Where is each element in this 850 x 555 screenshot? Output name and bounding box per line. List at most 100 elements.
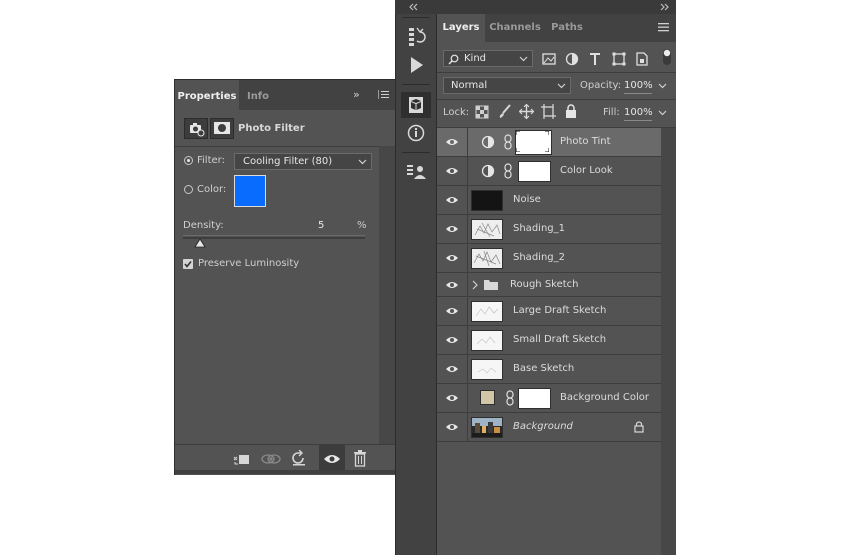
layers-scrollbar[interactable]	[661, 128, 676, 555]
tab-paths[interactable]: Paths	[547, 14, 587, 42]
tab-layers[interactable]: Layers	[437, 14, 485, 42]
tab-channels[interactable]: Channels	[487, 14, 543, 42]
tab-info[interactable]: Info	[241, 80, 275, 110]
visibility-eye-icon[interactable]	[445, 137, 459, 147]
layers-collapse-bar[interactable]	[436, 0, 676, 14]
layer-name: Background	[513, 421, 573, 432]
layer-row-color-look[interactable]: Color Look	[437, 157, 661, 186]
layer-row-photo-tint[interactable]: Photo Tint	[437, 128, 661, 157]
folder-icon	[483, 278, 499, 291]
visibility-eye-icon[interactable]	[445, 393, 459, 403]
layer-filter-kind-select[interactable]: Kind	[443, 50, 533, 67]
layer-mask-thumbnail[interactable]	[515, 130, 552, 155]
visibility-eye-icon[interactable]	[445, 280, 459, 290]
chevron-down-icon	[557, 81, 566, 90]
layer-mask-thumbnail[interactable]	[518, 161, 551, 182]
lock-artboard-icon[interactable]	[541, 104, 556, 119]
visibility-eye-icon[interactable]	[445, 422, 459, 432]
properties-panel: Properties Info » Photo Filter Filter: C…	[174, 79, 396, 475]
filter-type-icon[interactable]	[587, 51, 603, 67]
density-unit: %	[357, 220, 367, 231]
history-icon[interactable]	[401, 24, 431, 50]
mask-link-icon[interactable]	[504, 134, 512, 150]
visibility-eye-icon[interactable]	[445, 224, 459, 234]
density-value-field[interactable]: 5	[318, 220, 356, 231]
mask-link-icon[interactable]	[504, 163, 512, 179]
blend-mode-select[interactable]: Normal	[443, 77, 571, 94]
layer-row-rough-sketch[interactable]: Rough Sketch	[437, 273, 661, 297]
layer-name: Shading_1	[513, 223, 565, 234]
density-slider-track[interactable]	[183, 237, 365, 239]
chevron-down-icon	[358, 157, 367, 166]
properties-title: Photo Filter	[238, 123, 305, 134]
layer-thumbnail	[471, 301, 503, 322]
adjustment-camera-icon[interactable]	[184, 118, 208, 139]
layer-mask-thumbnail[interactable]	[518, 388, 551, 409]
reset-icon[interactable]	[290, 450, 308, 467]
collapse-panel-icon[interactable]: »	[353, 88, 360, 101]
layer-row-base-sketch[interactable]: Base Sketch	[437, 355, 661, 384]
toggle-visibility-button[interactable]	[319, 445, 345, 473]
visibility-eye-icon[interactable]	[445, 364, 459, 374]
filter-select[interactable]: Cooling Filter (80)	[234, 153, 372, 170]
view-previous-state-icon[interactable]	[261, 451, 281, 467]
visibility-eye-icon[interactable]	[445, 195, 459, 205]
layer-name: Noise	[513, 194, 541, 205]
layer-row-large-draft-sketch[interactable]: Large Draft Sketch	[437, 297, 661, 326]
layer-name: Photo Tint	[560, 136, 611, 147]
panel-menu-icon[interactable]	[658, 23, 669, 32]
layer-row-shading-2[interactable]: Shading_2	[437, 244, 661, 273]
3d-icon[interactable]	[401, 92, 431, 118]
toolstrip-collapse-bar[interactable]	[395, 0, 436, 14]
fill-label: Fill:	[603, 107, 620, 118]
filter-pixel-icon[interactable]	[541, 51, 557, 67]
eye-icon	[324, 455, 340, 463]
filter-smart-object-icon[interactable]	[634, 51, 650, 67]
lock-all-icon[interactable]	[565, 104, 577, 119]
layers-tabbar: Layers Channels Paths	[437, 14, 676, 42]
fill-chevron-icon[interactable]	[658, 108, 667, 117]
filter-toggle-switch[interactable]	[663, 49, 671, 65]
mask-link-icon[interactable]	[506, 390, 514, 406]
layer-row-background[interactable]: Background	[437, 413, 661, 442]
filter-adjustment-icon[interactable]	[564, 51, 580, 67]
opacity-field[interactable]: 100%	[624, 78, 653, 94]
lock-icon[interactable]	[634, 421, 644, 433]
visibility-eye-icon[interactable]	[445, 335, 459, 345]
play-action-icon[interactable]	[401, 52, 431, 78]
layer-row-small-draft-sketch[interactable]: Small Draft Sketch	[437, 326, 661, 355]
properties-scrollbar[interactable]	[379, 146, 395, 444]
layer-row-shading-1[interactable]: Shading_1	[437, 215, 661, 244]
opacity-chevron-icon[interactable]	[658, 81, 667, 90]
expand-group-chevron-icon[interactable]	[472, 280, 478, 290]
filter-shape-icon[interactable]	[611, 51, 627, 67]
preserve-luminosity-checkbox[interactable]	[183, 259, 193, 269]
filter-select-value: Cooling Filter (80)	[243, 156, 333, 167]
fill-field[interactable]: 100%	[624, 105, 653, 121]
visibility-eye-icon[interactable]	[445, 166, 459, 176]
layer-row-background-color[interactable]: Background Color	[437, 384, 661, 413]
tab-properties[interactable]: Properties	[175, 80, 239, 110]
info-icon[interactable]	[401, 120, 431, 146]
layer-mask-icon[interactable]	[210, 118, 234, 139]
density-field-underline	[183, 235, 365, 236]
density-label: Density:	[183, 220, 224, 231]
layer-list: Photo Tint Color Look Noise Shading_1 Sh…	[437, 128, 661, 555]
divider	[437, 99, 676, 100]
color-swatch[interactable]	[234, 175, 266, 207]
visibility-eye-icon[interactable]	[445, 306, 459, 316]
clip-to-layer-icon[interactable]	[232, 451, 250, 467]
layer-row-noise[interactable]: Noise	[437, 186, 661, 215]
preserve-luminosity-label: Preserve Luminosity	[198, 258, 300, 269]
panel-menu-icon[interactable]	[378, 90, 389, 99]
color-radio[interactable]	[184, 185, 193, 194]
lock-transparent-pixels-icon[interactable]	[475, 105, 489, 119]
trash-icon[interactable]	[353, 450, 367, 467]
density-slider-thumb[interactable]	[194, 239, 206, 248]
lock-position-icon[interactable]	[519, 104, 534, 119]
lock-image-pixels-icon[interactable]	[498, 104, 512, 119]
fill-color-swatch[interactable]	[480, 390, 495, 405]
properties-icon[interactable]	[401, 159, 431, 185]
filter-radio[interactable]	[184, 156, 193, 165]
visibility-eye-icon[interactable]	[445, 253, 459, 263]
